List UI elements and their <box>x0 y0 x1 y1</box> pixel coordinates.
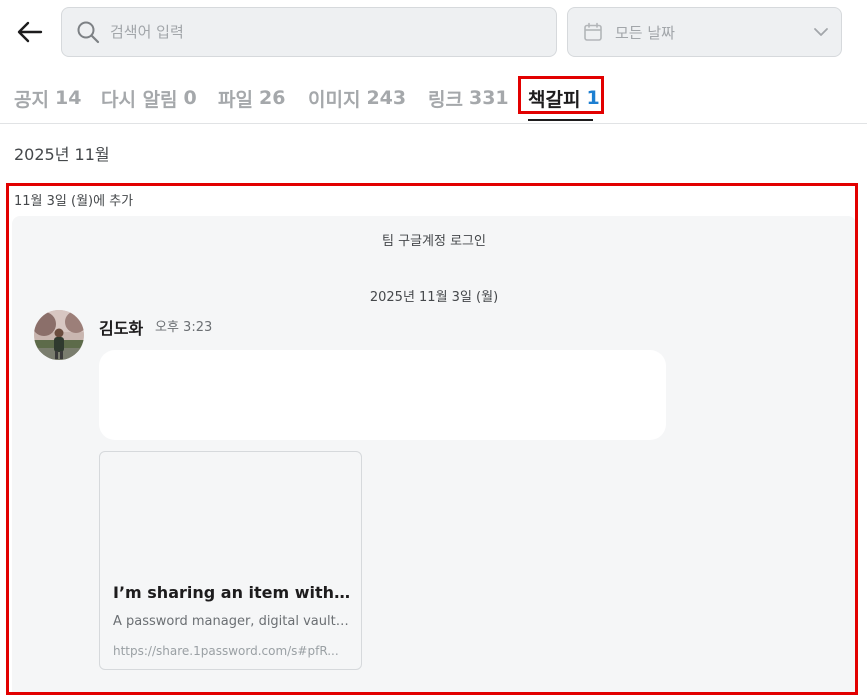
search-box[interactable] <box>61 7 557 57</box>
tab-bar: 공지 14 다시 알림 0 파일 26 이미지 243 링크 331 책갈피 1 <box>0 72 867 124</box>
tab-notices[interactable]: 공지 14 <box>14 76 81 120</box>
bookmarks-page: 모든 날짜 공지14 다시 알림0 파일26 이미지243 링크331 책갈피1… <box>0 0 867 700</box>
date-filter-dropdown[interactable]: 모든 날짜 <box>567 7 842 57</box>
tab-count: 26 <box>258 87 286 109</box>
tab-count: 14 <box>54 87 82 109</box>
date-filter-label: 모든 날짜 <box>615 23 675 42</box>
tab-files[interactable]: 파일 26 <box>218 76 285 120</box>
tab-label: 책갈피 <box>528 88 581 111</box>
arrow-left-icon <box>17 21 43 43</box>
tab-label: 링크 <box>428 88 463 111</box>
active-tab-indicator <box>528 119 593 121</box>
tab-count: 243 <box>366 87 407 109</box>
tab-label: 공지 <box>14 88 49 111</box>
month-header: 2025년 11월 <box>14 145 110 164</box>
tab-bookmarks[interactable]: 책갈피 1 <box>528 76 600 120</box>
tab-count: 1 <box>586 87 600 109</box>
bookmark-highlight-frame <box>6 183 858 695</box>
tab-reminders[interactable]: 다시 알림 0 <box>101 76 197 120</box>
calendar-icon <box>584 22 602 41</box>
tab-links[interactable]: 링크 331 <box>428 76 509 120</box>
tab-count: 331 <box>468 87 509 109</box>
search-icon <box>77 21 100 44</box>
tab-label: 다시 알림 <box>101 88 178 111</box>
search-input[interactable] <box>110 23 530 41</box>
tab-images[interactable]: 이미지 243 <box>308 76 406 120</box>
tab-count: 0 <box>183 87 197 109</box>
back-button[interactable] <box>10 14 50 50</box>
chevron-down-icon <box>801 27 841 37</box>
tab-label: 이미지 <box>308 88 361 111</box>
tab-label: 파일 <box>218 88 253 111</box>
